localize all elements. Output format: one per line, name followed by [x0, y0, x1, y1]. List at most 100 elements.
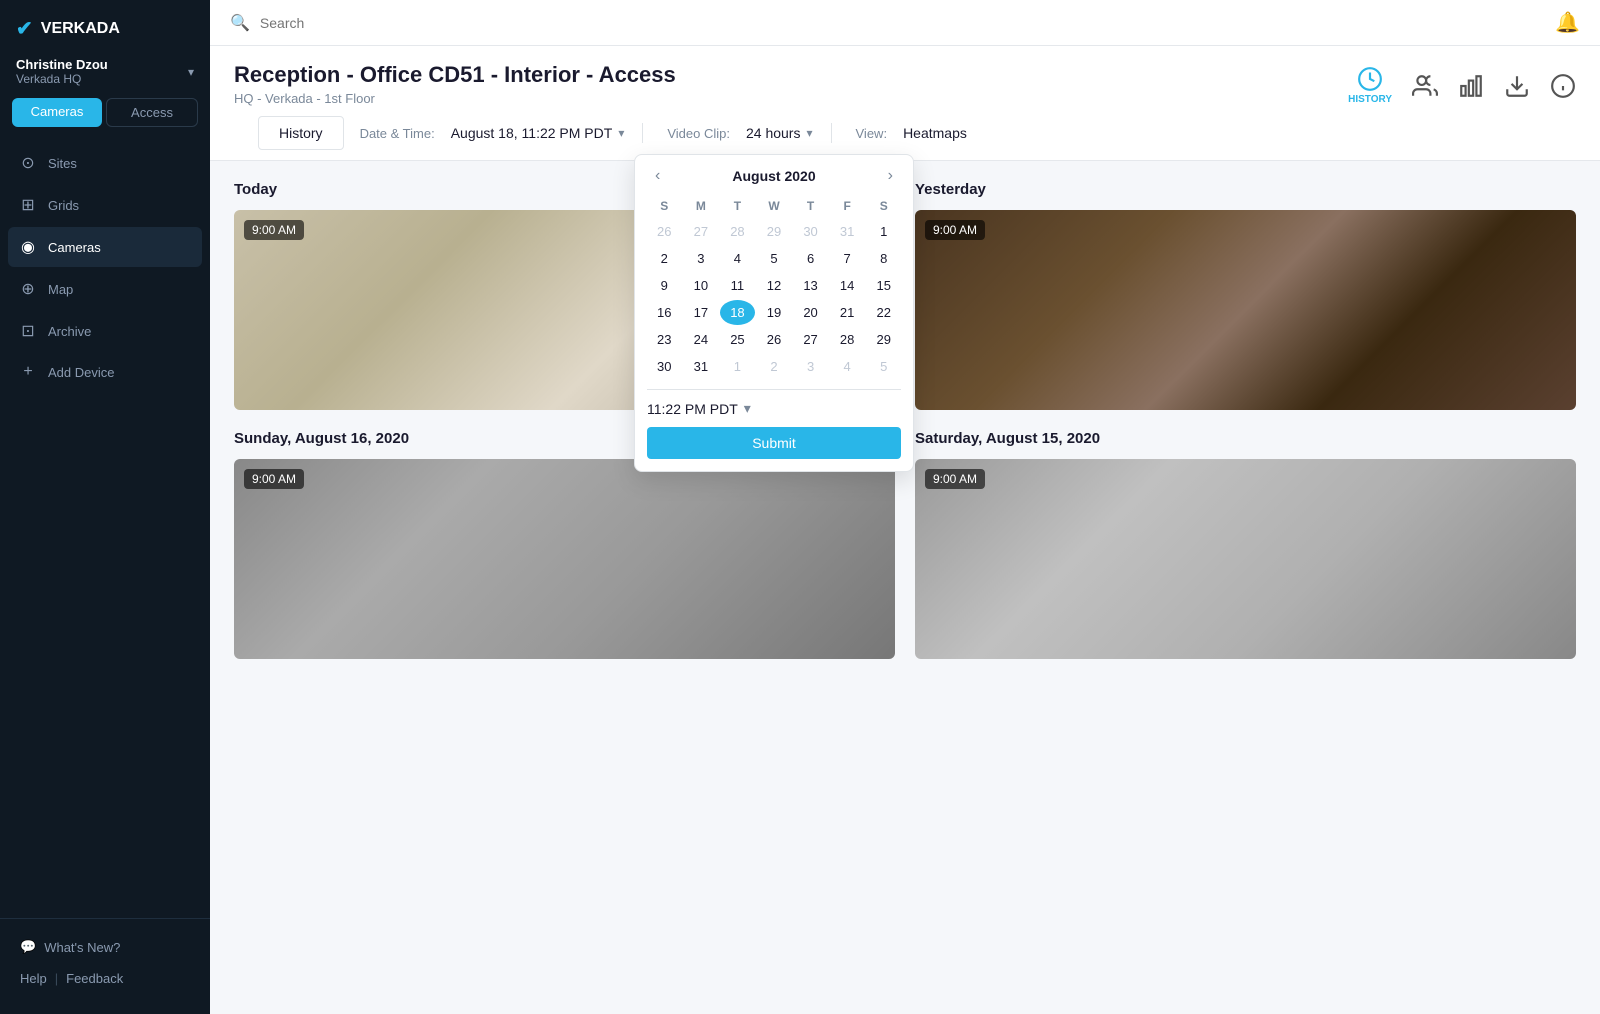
calendar-day[interactable]: 12 [757, 273, 792, 298]
calendar-prev-button[interactable]: ‹ [651, 167, 664, 185]
history-icon-btn[interactable]: HISTORY [1348, 66, 1392, 105]
calendar-day[interactable]: 21 [830, 300, 865, 325]
calendar-submit-button[interactable]: Submit [647, 427, 901, 459]
sidebar-tab-access[interactable]: Access [106, 98, 198, 127]
calendar-day[interactable]: 9 [647, 273, 682, 298]
calendar-day[interactable]: 15 [866, 273, 901, 298]
calendar-day[interactable]: 3 [684, 246, 719, 271]
time-picker[interactable]: 11:22 PM PDT ▾ [647, 389, 901, 417]
calendar-day[interactable]: 28 [720, 219, 755, 244]
calendar-day[interactable]: 27 [684, 219, 719, 244]
help-link[interactable]: Help [20, 971, 47, 986]
video-clip-picker[interactable]: 24 hours ▾ [736, 119, 823, 147]
sidebar-nav: ⊙ Sites ⊞ Grids ◉ Cameras ⊕ Map ⊡ Archiv… [0, 139, 210, 918]
sidebar-item-sites[interactable]: ⊙ Sites [8, 143, 202, 183]
calendar-day[interactable]: 24 [684, 327, 719, 352]
yesterday-video-card[interactable]: 9:00 AM [915, 210, 1576, 410]
people-icon-btn[interactable] [1412, 73, 1438, 99]
calendar-day[interactable]: 14 [830, 273, 865, 298]
toolbar-separator-1 [642, 123, 643, 143]
calendar-next-button[interactable]: › [884, 167, 897, 185]
calendar-day[interactable]: 30 [793, 219, 828, 244]
calendar-day[interactable]: 31 [830, 219, 865, 244]
date-time-picker[interactable]: August 18, 11:22 PM PDT ▾ [441, 119, 635, 147]
calendar-day[interactable]: 5 [866, 354, 901, 379]
sunday-thumbnail [234, 459, 895, 659]
calendar-day[interactable]: 18 [720, 300, 755, 325]
history-button[interactable]: History [258, 116, 344, 150]
help-feedback-row: Help | Feedback [12, 963, 198, 994]
view-value: Heatmaps [903, 125, 967, 141]
sidebar-item-grids[interactable]: ⊞ Grids [8, 185, 202, 225]
whats-new-item[interactable]: 💬 What's New? [12, 931, 198, 963]
search-input[interactable] [260, 15, 560, 31]
calendar-day[interactable]: 1 [720, 354, 755, 379]
calendar-day[interactable]: 26 [757, 327, 792, 352]
calendar-day[interactable]: 17 [684, 300, 719, 325]
sidebar-bottom: 💬 What's New? Help | Feedback [0, 918, 210, 1014]
calendar-day[interactable]: 10 [684, 273, 719, 298]
whats-new-icon: 💬 [20, 939, 36, 955]
calendar-day[interactable]: 23 [647, 327, 682, 352]
chart-icon-btn[interactable] [1458, 73, 1484, 99]
calendar-day[interactable]: 11 [720, 273, 755, 298]
calendar-day[interactable]: 19 [757, 300, 792, 325]
sidebar-tab-cameras[interactable]: Cameras [12, 98, 102, 127]
sunday-video-card[interactable]: 9:00 AM [234, 459, 895, 659]
dow-sat: S [866, 195, 901, 217]
sidebar-item-grids-label: Grids [48, 198, 79, 213]
calendar-day[interactable]: 16 [647, 300, 682, 325]
calendar-day[interactable]: 29 [866, 327, 901, 352]
sidebar-item-cameras[interactable]: ◉ Cameras [8, 227, 202, 267]
calendar-day[interactable]: 6 [793, 246, 828, 271]
calendar-day[interactable]: 5 [757, 246, 792, 271]
calendar-day[interactable]: 26 [647, 219, 682, 244]
grids-icon: ⊞ [18, 195, 38, 215]
topbar-right: 🔔 [1555, 10, 1580, 35]
calendar-day[interactable]: 30 [647, 354, 682, 379]
user-chevron-icon[interactable]: ▾ [188, 65, 194, 79]
calendar-day[interactable]: 29 [757, 219, 792, 244]
calendar-day[interactable]: 7 [830, 246, 865, 271]
date-label: Date & Time: [360, 126, 435, 141]
sidebar-item-map[interactable]: ⊕ Map [8, 269, 202, 309]
notification-bell-icon[interactable]: 🔔 [1555, 12, 1580, 34]
sites-icon: ⊙ [18, 153, 38, 173]
toolbar-separator-2 [831, 123, 832, 143]
add-device-icon: + [18, 363, 38, 381]
calendar-day[interactable]: 4 [720, 246, 755, 271]
calendar-day[interactable]: 4 [830, 354, 865, 379]
feedback-link[interactable]: Feedback [66, 971, 123, 986]
calendar-day[interactable]: 2 [757, 354, 792, 379]
section-saturday: Saturday, August 15, 2020 9:00 AM [915, 430, 1576, 659]
calendar-day[interactable]: 31 [684, 354, 719, 379]
export-icon-btn[interactable] [1504, 73, 1530, 99]
sidebar-item-sites-label: Sites [48, 156, 77, 171]
sidebar-item-archive[interactable]: ⊡ Archive [8, 311, 202, 351]
user-profile[interactable]: Christine Dzou Verkada HQ ▾ [0, 49, 210, 98]
user-name: Christine Dzou [16, 57, 108, 72]
calendar-day[interactable]: 22 [866, 300, 901, 325]
main-content: 🔍 🔔 Reception - Office CD51 - Interior -… [210, 0, 1600, 1014]
sidebar-item-add-device[interactable]: + Add Device [8, 353, 202, 391]
calendar-day[interactable]: 28 [830, 327, 865, 352]
saturday-video-card[interactable]: 9:00 AM [915, 459, 1576, 659]
header-icons: HISTORY [1348, 62, 1576, 105]
calendar-day[interactable]: 8 [866, 246, 901, 271]
calendar-day[interactable]: 2 [647, 246, 682, 271]
dow-mon: M [684, 195, 719, 217]
calendar-day[interactable]: 25 [720, 327, 755, 352]
calendar-day[interactable]: 3 [793, 354, 828, 379]
calendar-day[interactable]: 13 [793, 273, 828, 298]
calendar-day[interactable]: 27 [793, 327, 828, 352]
info-icon-btn[interactable] [1550, 73, 1576, 99]
calendar-day[interactable]: 20 [793, 300, 828, 325]
dow-thu: T [793, 195, 828, 217]
date-caret-icon: ▾ [618, 126, 624, 140]
calendar-header: ‹ August 2020 › [647, 167, 901, 185]
archive-icon: ⊡ [18, 321, 38, 341]
yesterday-label: Yesterday [915, 181, 1576, 198]
sidebar-item-archive-label: Archive [48, 324, 91, 339]
view-picker[interactable]: Heatmaps [893, 119, 977, 147]
calendar-day[interactable]: 1 [866, 219, 901, 244]
